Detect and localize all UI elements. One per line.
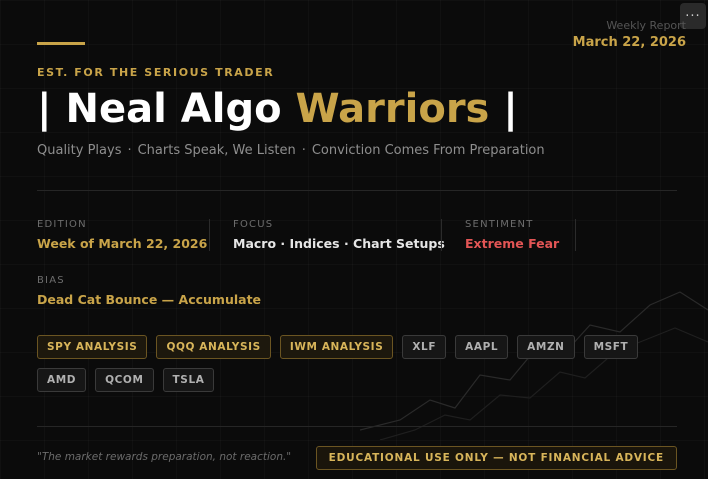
title-suffix: | bbox=[489, 86, 518, 132]
title-highlight: Warriors bbox=[295, 86, 490, 132]
focus-value: Macro · Indices · Chart Setups bbox=[233, 236, 445, 251]
accent-line bbox=[37, 42, 85, 45]
tag-xlf[interactable]: XLF bbox=[402, 335, 447, 359]
meta-separator bbox=[209, 219, 210, 251]
tag-iwm-analysis[interactable]: IWM ANALYSIS bbox=[279, 335, 394, 359]
report-label: Weekly Report bbox=[606, 19, 686, 32]
sentiment-label: SENTIMENT bbox=[465, 219, 534, 230]
subtitle-part-1: Quality Plays bbox=[37, 143, 122, 158]
sentiment-value: Extreme Fear bbox=[465, 236, 560, 251]
tag-qcom[interactable]: QCOM bbox=[95, 368, 154, 392]
tag-amzn[interactable]: AMZN bbox=[517, 335, 575, 359]
tag-msft[interactable]: MSFT bbox=[583, 335, 639, 359]
tag-amd[interactable]: AMD bbox=[37, 368, 87, 392]
divider-top bbox=[37, 190, 677, 191]
subtitle-separator: · bbox=[127, 143, 132, 158]
tagline: EST. FOR THE SERIOUS TRADER bbox=[37, 66, 275, 79]
more-dots-icon: ··· bbox=[685, 8, 701, 24]
subtitle-part-2: Charts Speak, We Listen bbox=[137, 143, 296, 158]
report-date: March 22, 2026 bbox=[572, 35, 686, 50]
focus-label: FOCUS bbox=[233, 219, 274, 230]
tag-qqq-analysis[interactable]: QQQ ANALYSIS bbox=[156, 335, 271, 359]
meta-focus: FOCUS Macro · Indices · Chart Setups bbox=[233, 219, 445, 251]
edition-label: EDITION bbox=[37, 219, 87, 230]
subtitle-separator: · bbox=[301, 143, 306, 158]
bias-label: BIAS bbox=[37, 275, 65, 286]
tag-aapl[interactable]: AAPL bbox=[455, 335, 509, 359]
page-title: | Neal Algo Warriors | bbox=[37, 86, 518, 132]
meta-sentiment: SENTIMENT Extreme Fear bbox=[465, 219, 559, 251]
tag-tsla[interactable]: TSLA bbox=[162, 368, 215, 392]
ticker-tags: SPY ANALYSIS QQQ ANALYSIS IWM ANALYSIS X… bbox=[37, 335, 677, 392]
meta-separator bbox=[575, 219, 576, 251]
meta-edition: EDITION Week of March 22, 2026 bbox=[37, 219, 207, 251]
report-info: Weekly Report March 22, 2026 bbox=[573, 19, 686, 50]
divider-bottom bbox=[37, 426, 677, 427]
meta-separator bbox=[441, 219, 442, 251]
subtitle-part-3: Conviction Comes From Preparation bbox=[311, 143, 545, 158]
meta-bias: BIAS Dead Cat Bounce — Accumulate bbox=[37, 275, 261, 307]
bias-value: Dead Cat Bounce — Accumulate bbox=[37, 292, 262, 307]
edition-value: Week of March 22, 2026 bbox=[37, 236, 208, 251]
subtitle: Quality Plays · Charts Speak, We Listen · Co… bbox=[37, 143, 545, 158]
footer-quote: "The market rewards preparation, not rea… bbox=[37, 451, 292, 463]
disclaimer-badge: EDUCATIONAL USE ONLY — NOT FINANCIAL ADV… bbox=[315, 446, 677, 470]
tag-spy-analysis[interactable]: SPY ANALYSIS bbox=[37, 335, 148, 359]
title-prefix: | Neal Algo bbox=[37, 86, 296, 132]
